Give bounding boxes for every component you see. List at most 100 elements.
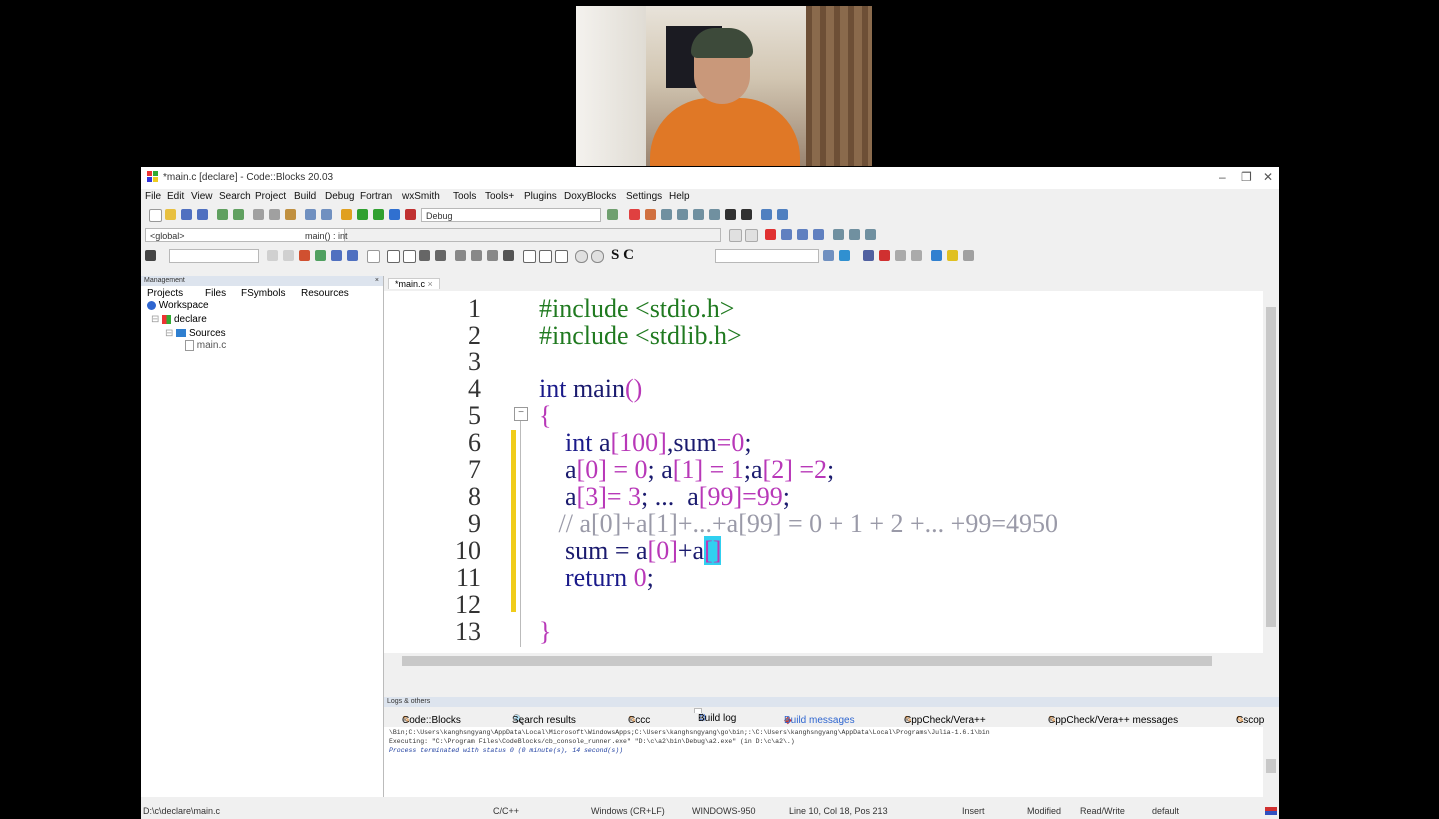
arrow-left-icon[interactable] [267,250,278,261]
abort-icon[interactable] [405,209,416,220]
rebuild-icon[interactable] [389,209,400,220]
tree-file[interactable]: main.c [185,340,226,351]
box-2-icon[interactable] [539,250,552,263]
step-into-icon[interactable] [677,209,688,220]
align-middle-icon[interactable] [471,250,482,261]
tree-workspace[interactable]: Workspace [147,300,209,311]
folder-collapse-icon[interactable]: ⊟ [165,328,173,339]
close-button[interactable]: ✕ [1263,170,1273,184]
align-top-icon[interactable] [455,250,466,261]
bookmark-next-icon[interactable] [797,229,808,240]
tab-resources[interactable]: Resources [301,288,349,299]
cut-icon[interactable] [253,209,264,220]
highlight-icon[interactable] [299,250,310,261]
select-tool-icon[interactable] [367,250,380,263]
box-3-icon[interactable] [555,250,568,263]
menu-debug[interactable]: Debug [325,191,354,202]
jump-forward-icon[interactable] [745,229,758,242]
fold-marker-icon[interactable]: − [514,407,528,421]
shape-rect-icon[interactable] [387,250,400,263]
shape-image-icon[interactable] [419,250,430,261]
menu-project[interactable]: Project [255,191,286,202]
debug-windows-icon[interactable] [761,209,772,220]
editor-vertical-scrollbar[interactable] [1263,291,1279,653]
new-file-icon[interactable] [149,209,162,222]
doxy-settings-icon[interactable] [963,250,974,261]
paste-icon[interactable] [285,209,296,220]
save-icon[interactable] [181,209,192,220]
box-1-icon[interactable] [523,250,536,263]
bookmark-toggle-icon[interactable] [765,229,776,240]
menu-tools-plus[interactable]: Tools+ [485,191,514,202]
run-to-cursor-icon[interactable] [645,209,656,220]
menu-view[interactable]: View [191,191,213,202]
minimize-button[interactable]: – [1219,170,1226,184]
menu-file[interactable]: File [145,191,161,202]
doxy-help-icon[interactable] [947,250,958,261]
arrow-right-icon[interactable] [283,250,294,261]
bookmark-prev-icon[interactable] [781,229,792,240]
build-icon[interactable] [341,209,352,220]
regex-icon[interactable] [347,250,358,261]
menu-doxyblocks[interactable]: DoxyBlocks [564,191,616,202]
menu-edit[interactable]: Edit [167,191,184,202]
jump-back-icon[interactable] [729,229,742,242]
menu-plugins[interactable]: Plugins [524,191,557,202]
fill-icon[interactable] [503,250,514,261]
editor-horizontal-scroll-thumb[interactable] [402,656,1212,666]
close-panel-icon[interactable]: × [375,276,379,286]
zoom-out-icon[interactable] [591,250,604,263]
next-line-icon[interactable] [661,209,672,220]
build-and-run-icon[interactable] [373,209,384,220]
undo-icon[interactable] [217,209,228,220]
break-debugger-icon[interactable] [725,209,736,220]
next-change-icon[interactable] [849,229,860,240]
menu-build[interactable]: Build [294,191,316,202]
goto-icon[interactable] [865,229,876,240]
open-file-icon[interactable] [165,209,176,220]
tab-fsymbols[interactable]: FSymbols [241,288,285,299]
collapse-icon[interactable]: ⊟ [151,314,159,325]
doxy-block-icon[interactable] [879,250,890,261]
editor-vertical-scroll-thumb[interactable] [1266,307,1276,627]
replace-icon[interactable] [321,209,332,220]
doxy-comment-icon[interactable] [895,250,906,261]
logs-scroll-thumb[interactable] [1266,759,1276,773]
restore-button[interactable]: ❐ [1241,170,1252,184]
step-out-icon[interactable] [693,209,704,220]
code-editor[interactable]: 1 2 3 4 5 6 7 8 9 10 11 12 13 − #include… [384,291,1279,669]
function-select[interactable]: main() : int [301,228,721,242]
shape-edit-icon[interactable] [435,250,446,261]
tab-projects[interactable]: Projects [147,288,183,299]
align-bottom-icon[interactable] [487,250,498,261]
menu-help[interactable]: Help [669,191,690,202]
shape-box-icon[interactable] [403,250,416,263]
debug-start-icon[interactable] [629,209,640,220]
debug-info-icon[interactable] [777,209,788,220]
tab-main-c[interactable]: *main.c × [388,278,440,289]
doxy-line-icon[interactable] [911,250,922,261]
search-icon[interactable] [823,250,834,261]
replace-selection-icon[interactable] [315,250,326,261]
stop-debugger-icon[interactable] [741,209,752,220]
search-settings-icon[interactable] [839,250,850,261]
copy-icon[interactable] [269,209,280,220]
menu-wxsmith[interactable]: wxSmith [402,191,440,202]
show-target-icon[interactable] [607,209,618,220]
doxy-web-icon[interactable] [931,250,942,261]
menu-tools[interactable]: Tools [453,191,476,202]
find-icon[interactable] [305,209,316,220]
menu-fortran[interactable]: Fortran [360,191,392,202]
search-combo[interactable] [169,249,259,263]
redo-icon[interactable] [233,209,244,220]
editor-horizontal-scrollbar[interactable] [384,653,1279,669]
bookmark-clear-icon[interactable] [813,229,824,240]
menu-search[interactable]: Search [219,191,251,202]
close-tab-icon[interactable]: × [428,279,433,289]
menu-settings[interactable]: Settings [626,191,662,202]
sc-label[interactable]: S C [611,247,634,264]
replace-combo[interactable] [715,249,819,263]
prev-change-icon[interactable] [833,229,844,240]
match-case-icon[interactable] [331,250,342,261]
build-target-select[interactable]: Debug [421,208,601,222]
